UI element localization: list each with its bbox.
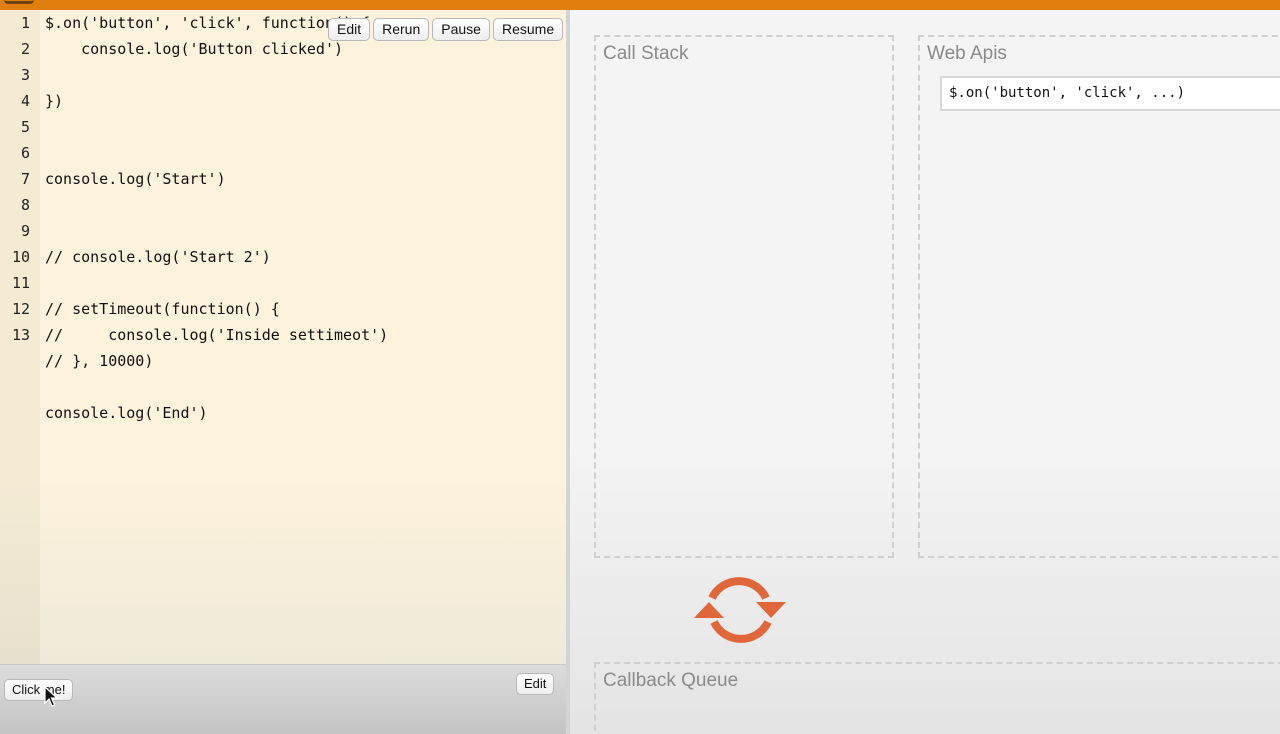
code-line[interactable]: // setTimeout(function() { [45, 296, 280, 322]
code-line[interactable]: // console.log('Start 2') [45, 244, 271, 270]
line-number: 10 [11, 248, 30, 266]
code-line[interactable]: }) [45, 88, 63, 114]
line-number: 1 [20, 14, 30, 32]
html-edit-button[interactable]: Edit [516, 673, 555, 695]
mouse-cursor-icon [44, 686, 58, 707]
callback-queue-title: Callback Queue [603, 670, 739, 691]
call-stack-box: Call Stack [594, 35, 894, 558]
line-number-gutter: 1 2 3 4 5 6 7 8 9 10 11 12 13 [0, 10, 40, 664]
resume-button[interactable]: Resume [492, 18, 564, 41]
line-number: 13 [11, 326, 30, 344]
web-api-item: $.on('button', 'click', ...) [940, 76, 1280, 111]
code-line[interactable]: console.log('Button clicked') [45, 36, 343, 62]
html-preview-panel: Click me! Edit [0, 664, 566, 734]
edit-button[interactable]: Edit [328, 18, 371, 41]
logo-icon [4, 0, 34, 4]
visualizer-panel: Call Stack Web Apis $.on('button', 'clic… [570, 10, 1280, 734]
code-line[interactable]: // console.log('Inside settimeot') [45, 322, 388, 348]
pause-button[interactable]: Pause [432, 18, 490, 41]
code-editor[interactable]: 1 2 3 4 5 6 7 8 9 10 11 12 13 $.on('butt… [0, 10, 566, 664]
line-number: 12 [11, 300, 30, 318]
line-number: 3 [20, 66, 30, 84]
line-number: 8 [20, 196, 30, 214]
line-number: 7 [20, 170, 30, 188]
editor-toolbar: Edit Rerun Pause Resume [328, 18, 564, 41]
event-loop-icon [694, 577, 786, 643]
call-stack-title: Call Stack [603, 43, 689, 64]
line-number: 2 [20, 40, 30, 58]
line-number: 5 [20, 118, 30, 136]
callback-queue-box: Callback Queue [594, 662, 1280, 734]
line-number: 9 [20, 222, 30, 240]
code-line[interactable]: console.log('Start') [45, 166, 226, 192]
line-number: 11 [11, 274, 30, 292]
top-bar [0, 0, 1280, 10]
code-line[interactable]: $.on('button', 'click', function() { [45, 10, 370, 36]
web-apis-title: Web Apis [927, 43, 1007, 64]
line-number: 4 [20, 92, 30, 110]
web-apis-box: Web Apis $.on('button', 'click', ...) [918, 35, 1280, 558]
code-line[interactable]: // }, 10000) [45, 348, 153, 374]
code-line[interactable]: console.log('End') [45, 400, 208, 426]
line-number: 6 [20, 144, 30, 162]
click-me-button[interactable]: Click me! [4, 679, 74, 701]
rerun-button[interactable]: Rerun [373, 18, 430, 41]
